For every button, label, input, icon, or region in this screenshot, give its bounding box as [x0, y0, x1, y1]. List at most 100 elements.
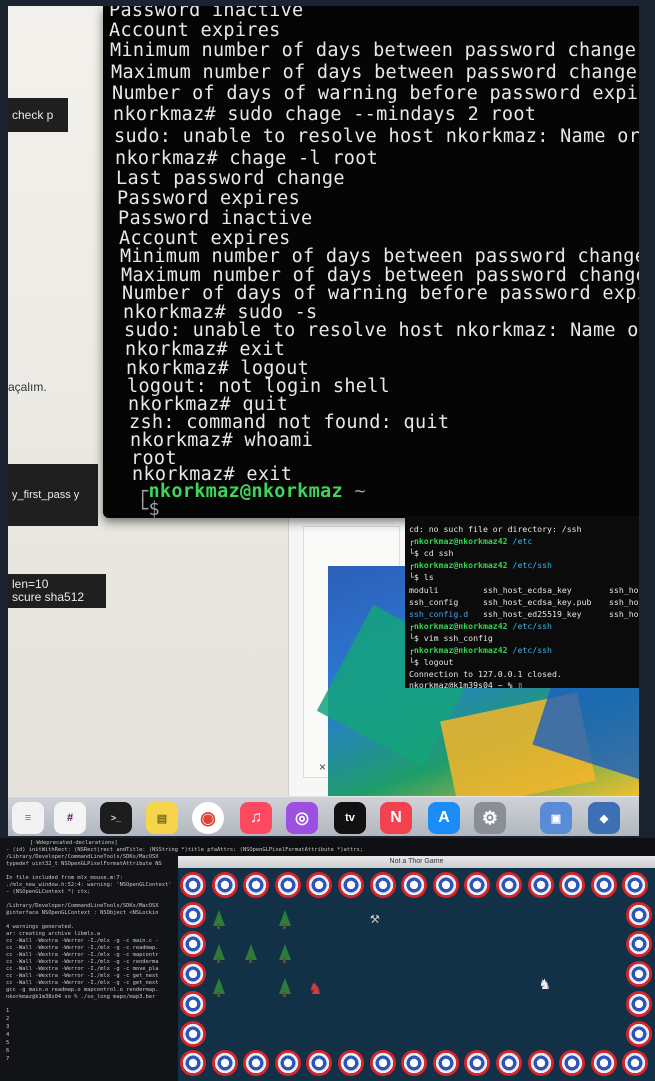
- tree-collectible: [278, 978, 292, 998]
- terminal-line: └$ logout: [409, 657, 454, 667]
- terminal-line: Password inactive: [109, 6, 304, 21]
- terminal-line: Number of days of warning before passwor…: [122, 283, 639, 304]
- terminal-line: typedef uint32_t NSOpenGLPixelFormatAttr…: [6, 861, 162, 867]
- terminal-line: 2: [6, 1016, 10, 1022]
- terminal-line: Account expires: [109, 20, 281, 41]
- ls-entry: ssh_config: [409, 597, 459, 607]
- shield-wall-tile: ★: [369, 1050, 396, 1076]
- prompt-user: nkorkmaz@nkorkmaz42: [413, 621, 508, 631]
- ls-row: ssh_config.d ssh_host_ed25519_key ssh_ho: [409, 609, 639, 619]
- prompt-path: /etc/ssh: [512, 645, 552, 655]
- slack-icon[interactable]: #: [54, 802, 86, 834]
- music-icon[interactable]: ♫: [240, 802, 272, 834]
- star-icon: ★: [251, 878, 262, 891]
- app-store-icon[interactable]: A: [428, 802, 460, 834]
- chrome-icon[interactable]: ◉: [192, 802, 224, 834]
- shield-wall-tile: ★: [590, 872, 617, 898]
- star-icon: ★: [634, 967, 644, 981]
- star-icon: ★: [282, 1056, 293, 1069]
- star-icon: ★: [188, 878, 198, 891]
- preview-icon[interactable]: ▣: [540, 802, 572, 834]
- tv-icon[interactable]: tv: [334, 802, 366, 834]
- star-icon: ★: [472, 878, 483, 891]
- shield-wall-tile: ★: [243, 1050, 270, 1076]
- terminal-line: nkorkmaz# sudo chage --mindays 2 root: [113, 104, 537, 125]
- ls-entry: ssh_host_ecdsa_key.pub: [483, 597, 592, 607]
- terminal-line: Password expires: [117, 188, 301, 209]
- ls-entry: ssh_config.d: [409, 609, 469, 619]
- terminal-prompt: ┌nkorkmaz@nkorkmaz ~: [137, 481, 366, 502]
- bottom-photo: [-Wdeprecated-declarations] - (id) initW…: [0, 838, 655, 1081]
- terminal-line: 4: [6, 1032, 10, 1038]
- terminal-line: 1: [6, 1008, 10, 1014]
- terminal-line: cc -Wall -Wextra -Werror -I./mlx -g -c g…: [6, 973, 159, 979]
- star-icon: ★: [634, 996, 644, 1010]
- star-icon: ★: [440, 878, 451, 891]
- terminal-line: gcc -g main.o readmap.o mapcontrol.o ren…: [6, 987, 159, 993]
- terminal-line: sudo: unable to resolve host nkorkmaz: N…: [124, 320, 639, 341]
- build-terminal-window[interactable]: [-Wdeprecated-declarations] - (id) initW…: [0, 838, 363, 1081]
- settings-icon[interactable]: ⚙: [474, 802, 506, 834]
- terminal-input-line[interactable]: └$: [137, 499, 160, 518]
- command: logout: [423, 657, 454, 667]
- star-icon: ★: [634, 937, 644, 951]
- star-icon: ★: [282, 878, 293, 891]
- tree-collectible: [212, 910, 226, 930]
- terminal-line: 4 warnings generated.: [6, 924, 75, 930]
- notes-icon[interactable]: ▤: [146, 802, 178, 834]
- shield-wall-tile: ★: [401, 872, 428, 898]
- ls-row: moduli ssh_host_ecdsa_key ssh_ho: [409, 585, 639, 595]
- prompt-path: /etc: [512, 536, 533, 546]
- ls-entry: ssh_host_ed25519_key: [483, 609, 582, 619]
- terminal-line: nkorkmaz# exit: [125, 339, 286, 360]
- shield-wall-tile: ★: [559, 872, 586, 898]
- terminal-line: cc -Wall -Wextra -Werror -I./mlx -g -c m…: [6, 952, 159, 958]
- star-icon: ★: [535, 878, 546, 891]
- shield-wall-tile: ★: [626, 1020, 652, 1047]
- terminal-line: └$ cd ssh: [409, 548, 454, 558]
- star-icon: ★: [504, 1056, 514, 1069]
- terminal-line: cc -Wall -Wextra -Werror -I./mlx -g -c r…: [6, 945, 159, 951]
- shield-wall-tile: ★: [180, 872, 206, 898]
- terminal-line: sudo: unable to resolve host nkorkmaz: N…: [114, 126, 639, 147]
- command: cd ssh: [423, 548, 454, 558]
- shield-wall-tile: ★: [622, 872, 649, 898]
- reminders-icon[interactable]: ≡: [12, 802, 44, 834]
- shield-wall-tile: ★: [626, 990, 652, 1017]
- terminal-input-line[interactable]: nkorkmaz@k1m39s04 ~ % ▯: [409, 680, 522, 688]
- terminal-line: ar: creating archive libmlx.a: [6, 931, 101, 937]
- terminal-line: Maximum number of days between password …: [111, 62, 638, 83]
- doc-code-strip-3-line2: scure sha512: [12, 590, 85, 604]
- terminal-line: Last password change: [116, 168, 345, 189]
- prompt-user: nkorkmaz@nkorkmaz42: [413, 645, 508, 655]
- doc-code-strip-2: y_first_pass y: [8, 464, 98, 526]
- star-icon: ★: [409, 1056, 420, 1069]
- shield-wall-tile: ★: [211, 872, 238, 898]
- star-icon: ★: [377, 878, 388, 891]
- close-icon[interactable]: ×: [319, 760, 326, 774]
- virtualbox-icon[interactable]: ◆: [588, 802, 620, 834]
- star-icon: ★: [598, 1056, 609, 1069]
- shield-wall-tile: ★: [622, 1050, 649, 1076]
- star-icon: ★: [219, 878, 230, 891]
- terminal-line: - (id) initWithRect: (NSRect)rect andTit…: [6, 847, 363, 853]
- ssh-terminal-window[interactable]: cd: no such file or directory: /ssh ┌nko…: [405, 516, 639, 688]
- terminal-line: /Library/Developer/CommandLineTools/SDKs…: [6, 854, 159, 860]
- ls-entry: ssh_ho: [609, 609, 639, 619]
- root-terminal-window[interactable]: Password inactive Account expires Minimu…: [103, 6, 639, 518]
- podcasts-icon[interactable]: ◎: [286, 802, 318, 834]
- terminal-line: ┌nkorkmaz@nkorkmaz42 /etc: [409, 536, 533, 546]
- star-icon: ★: [598, 878, 609, 891]
- news-icon[interactable]: N: [380, 802, 412, 834]
- game-canvas[interactable]: ★ ★ ★ ★ ★ ★ ★ ★ ★ ★ ★ ★ ★ ★ ★ ★ ★ ★ ★ ★ ★ ★ ★ ★ ★ ★ ★ ★ ★ ★ ★ ★ ★ ★ ★ ★ ★ ★ ★ ★…: [178, 868, 655, 1081]
- terminal-line: ./mlx_new_window.h:52:4: warning: 'NSOpe…: [6, 882, 172, 888]
- shield-wall-tile: ★: [464, 872, 491, 898]
- terminal-icon[interactable]: >_: [100, 802, 132, 834]
- game-window-title: Not a Thor Game: [389, 858, 444, 865]
- doc-text-acalim: açalım.: [8, 380, 47, 394]
- ls-entry: ssh_host_ecdsa_key: [483, 585, 572, 595]
- terminal-line: [-Wdeprecated-declarations]: [30, 840, 118, 846]
- prompt-bracket: └: [137, 499, 149, 518]
- terminal-line: Number of days of warning before passwor…: [112, 83, 639, 104]
- shield-wall-tile: ★: [432, 872, 459, 898]
